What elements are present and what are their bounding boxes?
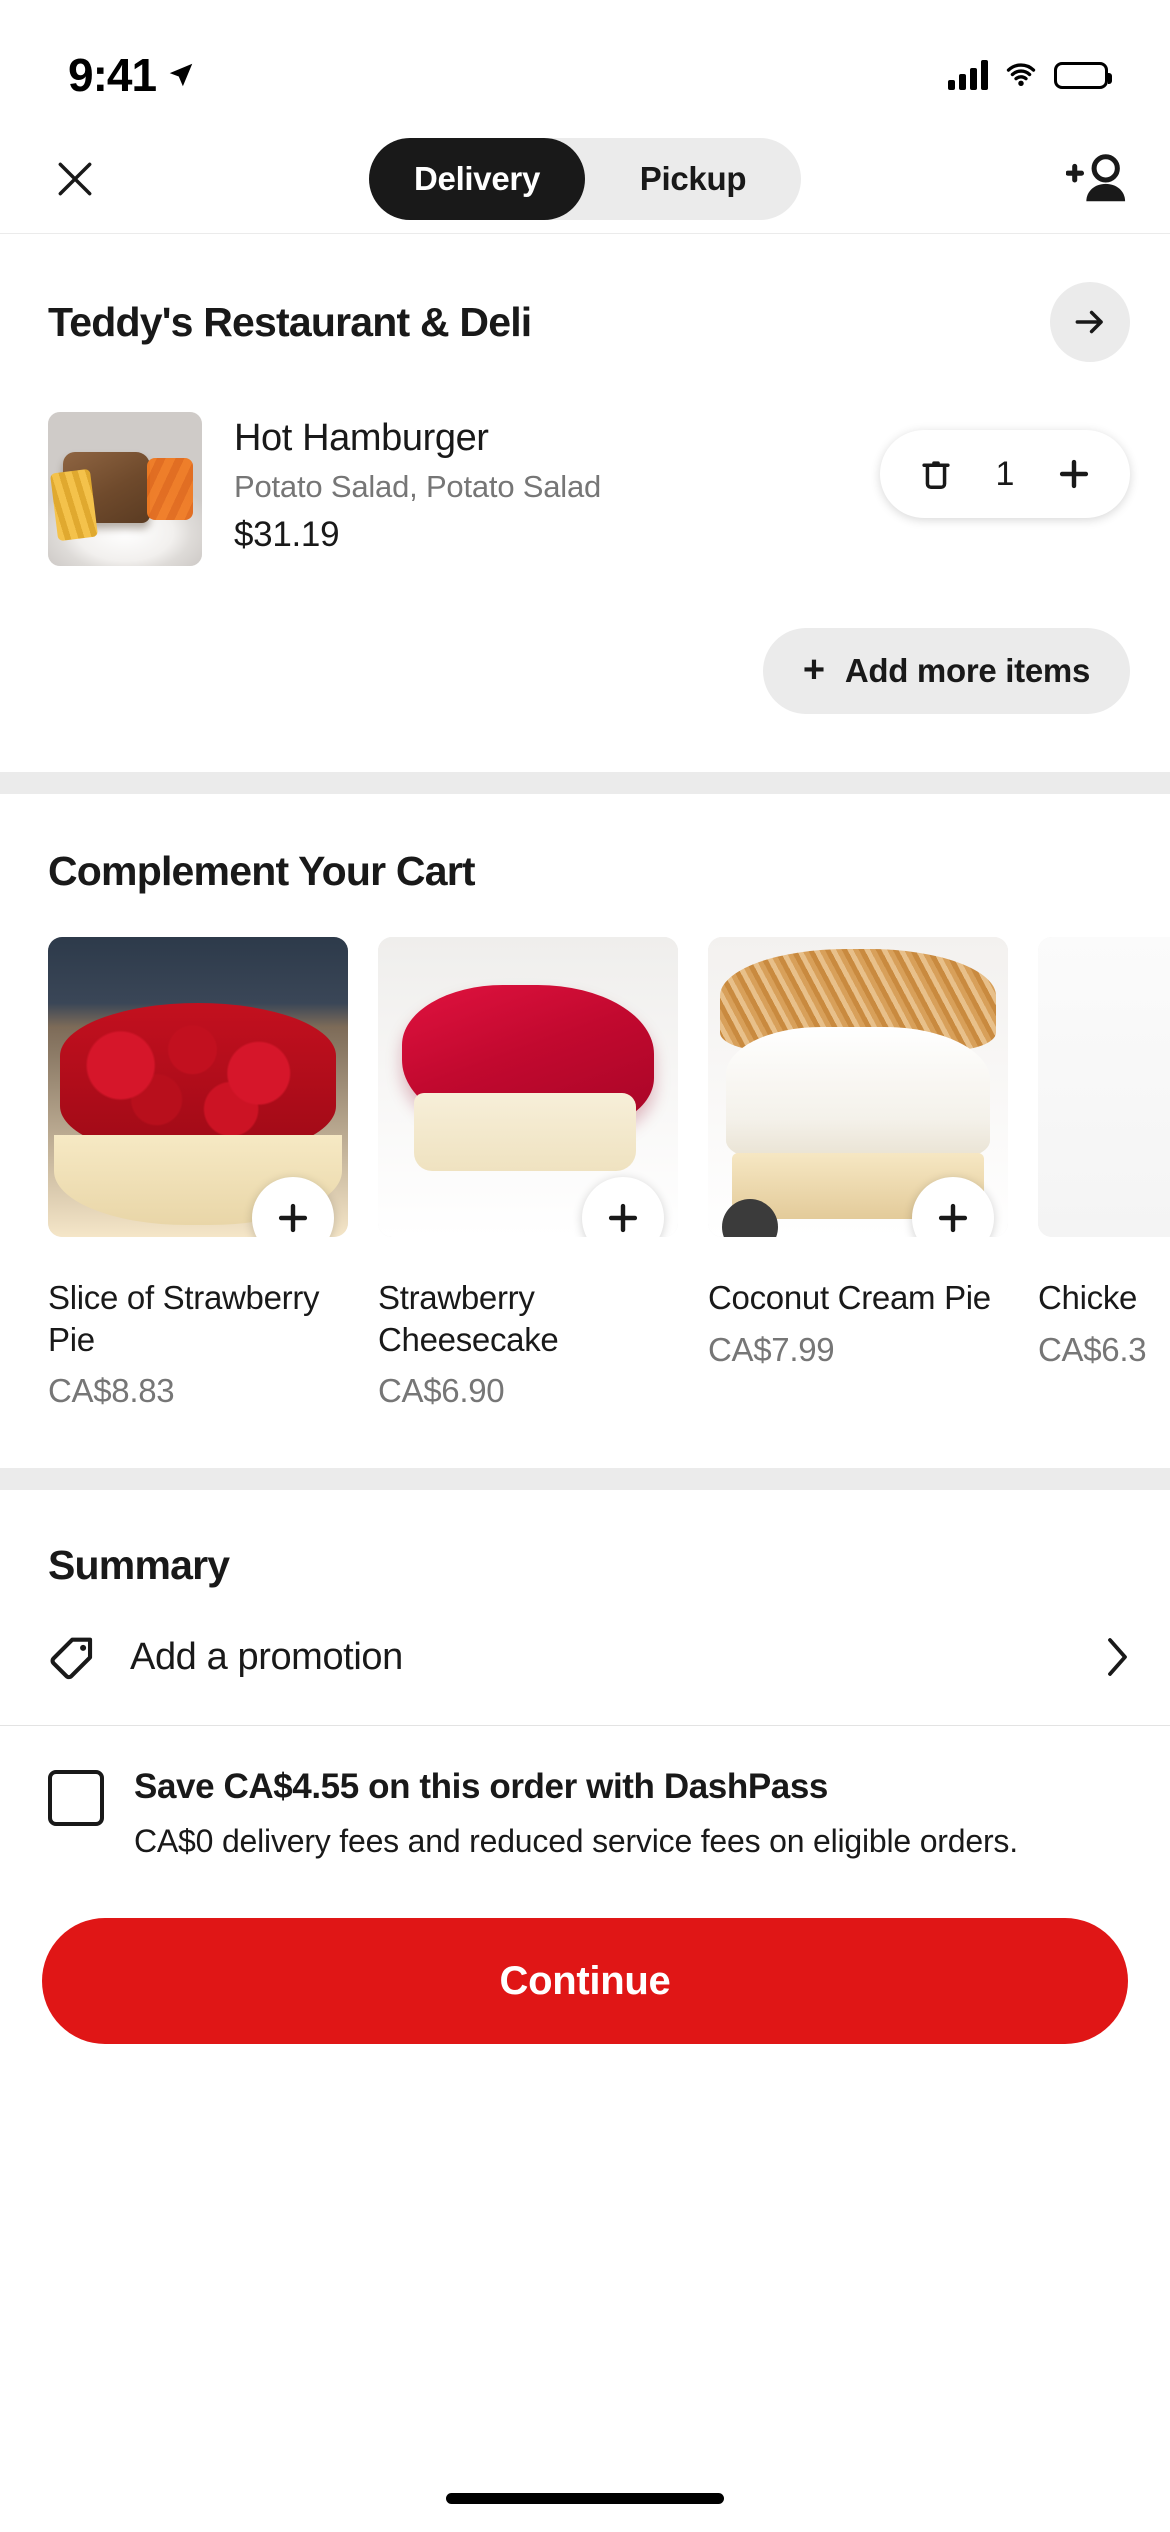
dashpass-checkbox[interactable]: [48, 1770, 104, 1827]
quantity-value: 1: [995, 454, 1015, 493]
add-more-items-label: Add more items: [844, 652, 1090, 689]
trash-icon: [922, 461, 950, 490]
tab-delivery[interactable]: Delivery: [369, 137, 585, 220]
add-person-icon: [1066, 153, 1126, 201]
complement-card[interactable]: Coconut Cream Pie CA$7.99: [708, 937, 1008, 1410]
chevron-right-icon: [1108, 1638, 1127, 1677]
close-x-icon: [58, 162, 92, 195]
dashpass-row[interactable]: Save CA$4.55 on this order with DashPass…: [0, 1726, 1170, 1862]
dashpass-text: Save CA$4.55 on this order with DashPass…: [134, 1766, 1130, 1862]
app-header: Delivery Pickup: [0, 124, 1170, 234]
cart-item-details: Hot Hamburger Potato Salad, Potato Salad…: [234, 412, 848, 555]
cart-item-price: $31.19: [234, 514, 340, 554]
tag-icon: [50, 1637, 93, 1680]
complement-card-price: CA$6.3: [1038, 1330, 1147, 1368]
complement-card[interactable]: Chicke CA$6.3: [1038, 937, 1170, 1410]
plus-icon: [938, 1203, 968, 1233]
complement-card-image: [708, 937, 1008, 1237]
store-name: Teddy's Restaurant & Deli: [48, 298, 532, 345]
cart-item-options: Potato Salad, Potato Salad: [234, 468, 602, 504]
plus-icon: [1059, 459, 1089, 489]
status-bar-right: [948, 60, 1112, 90]
home-indicator: [446, 2493, 724, 2504]
status-bar: 9:41: [0, 0, 1170, 124]
dashpass-subtitle: CA$0 delivery fees and reduced service f…: [134, 1823, 1018, 1860]
complement-section-title: Complement Your Cart: [48, 848, 476, 894]
quantity-stepper[interactable]: 1: [880, 430, 1130, 518]
delivery-pickup-toggle[interactable]: Delivery Pickup: [369, 137, 801, 220]
add-more-items-container: + Add more items: [0, 566, 1170, 714]
add-more-items-button[interactable]: + Add more items: [762, 628, 1130, 714]
increase-quantity-button[interactable]: [1052, 452, 1096, 496]
section-divider: [0, 772, 1170, 794]
cart-item-name: Hot Hamburger: [234, 417, 489, 459]
add-person-button[interactable]: [1062, 144, 1132, 214]
continue-button-container: Continue: [0, 1862, 1170, 2045]
battery-full-icon: [1054, 61, 1112, 89]
continue-button[interactable]: Continue: [42, 1918, 1128, 2045]
location-arrow-icon: [169, 63, 193, 87]
complement-card-image: [48, 937, 348, 1237]
status-time: 9:41: [68, 49, 157, 101]
complement-card-name: Slice of Strawberry Pie: [48, 1279, 320, 1358]
status-bar-left: 9:41: [68, 48, 196, 102]
add-promotion-row[interactable]: Add a promotion: [0, 1589, 1170, 1727]
section-divider: [0, 1468, 1170, 1491]
complement-card[interactable]: Slice of Strawberry Pie CA$8.83: [48, 937, 348, 1410]
complement-card-price: CA$6.90: [378, 1372, 505, 1410]
complement-card-name: Coconut Cream Pie: [708, 1279, 991, 1316]
complement-card-image: [1038, 937, 1170, 1237]
summary-section-title: Summary: [48, 1542, 230, 1589]
cart-item-image: [48, 412, 202, 566]
cart-item-row[interactable]: Hot Hamburger Potato Salad, Potato Salad…: [0, 362, 1170, 566]
plus-icon: [278, 1203, 308, 1233]
complement-card-name: Chicke: [1038, 1279, 1138, 1316]
add-promotion-label: Add a promotion: [130, 1635, 403, 1678]
wifi-icon: [1006, 63, 1036, 87]
dashpass-title: Save CA$4.55 on this order with DashPass: [134, 1767, 828, 1807]
plus-icon: +: [802, 648, 825, 691]
complement-card-name: Strawberry Cheesecake: [378, 1279, 559, 1358]
complement-card[interactable]: Strawberry Cheesecake CA$6.90: [378, 937, 678, 1410]
store-header-row: Teddy's Restaurant & Deli: [0, 234, 1170, 362]
complement-carousel[interactable]: Slice of Strawberry Pie CA$8.83 Strawber…: [0, 895, 1170, 1410]
arrow-right-icon: [1075, 310, 1103, 334]
store-arrow-button[interactable]: [1050, 282, 1130, 362]
cellular-signal-icon: [948, 60, 988, 90]
complement-card-price: CA$8.83: [48, 1372, 175, 1410]
complement-card-price: CA$7.99: [708, 1330, 835, 1368]
delete-item-button[interactable]: [914, 452, 958, 496]
plus-icon: [608, 1203, 638, 1233]
complement-card-image: [378, 937, 678, 1237]
close-button[interactable]: [40, 144, 110, 214]
tab-pickup[interactable]: Pickup: [585, 138, 801, 220]
